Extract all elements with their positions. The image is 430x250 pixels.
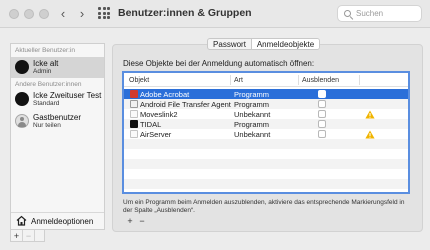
user-name: Gastbenutzer — [33, 113, 82, 122]
user-list-sidebar: Aktueller Benutzer:in Icke alt Admin And… — [10, 43, 105, 230]
item-name: AirServer — [140, 130, 172, 139]
hide-checkbox[interactable] — [318, 90, 326, 98]
current-user-section-label: Aktueller Benutzer:in — [15, 47, 75, 54]
column-separator — [298, 75, 299, 85]
item-kind: Programm — [234, 120, 270, 129]
house-icon — [16, 215, 27, 226]
user-item-icke-zweituser-test[interactable]: Icke Zweituser Test Standard — [11, 89, 104, 110]
item-name: Adobe Acrobat — [140, 90, 190, 99]
close-window-button[interactable] — [9, 9, 19, 19]
tab-password[interactable]: Passwort — [208, 39, 252, 49]
segmented-tabs: Passwort Anmeldeobjekte — [207, 38, 320, 50]
item-kind: Unbekannt — [234, 130, 271, 139]
table-row[interactable]: TIDAL Programm — [124, 119, 408, 129]
zoom-window-button[interactable] — [39, 9, 49, 19]
add-login-item-button[interactable]: + — [124, 216, 136, 226]
other-users-section-label: Andere Benutzer:innen — [15, 81, 82, 88]
avatar — [15, 92, 29, 106]
hide-checkbox[interactable] — [318, 130, 326, 138]
item-kind: Programm — [234, 90, 270, 99]
hide-checkbox[interactable] — [318, 100, 326, 108]
show-all-grid-icon[interactable] — [98, 7, 110, 19]
table-row[interactable]: Adobe Acrobat Programm — [124, 89, 408, 99]
column-header-kind[interactable]: Art — [234, 77, 243, 84]
login-options-label: Anmeldeoptionen — [31, 217, 94, 226]
item-name: TIDAL — [140, 120, 162, 129]
toolbar: ‹ › Benutzer:innen & Gruppen Suchen — [0, 0, 430, 28]
table-row[interactable]: Android File Transfer Agent Programm — [124, 99, 408, 109]
item-name: Android File Transfer Agent — [140, 100, 231, 109]
window-title: Benutzer:innen & Gruppen — [118, 7, 252, 19]
hide-checkbox[interactable] — [318, 120, 326, 128]
hide-checkbox[interactable] — [318, 110, 326, 118]
table-header: Objekt Art Ausblenden — [124, 73, 408, 87]
user-name: Icke alt — [33, 59, 59, 68]
column-header-object[interactable]: Objekt — [129, 77, 149, 84]
empty-table-row — [124, 159, 408, 169]
search-icon — [344, 10, 351, 17]
search-field[interactable]: Suchen — [337, 5, 422, 22]
login-options-item[interactable]: Anmeldeoptionen — [15, 213, 103, 229]
user-role: Nur teilen — [33, 122, 61, 129]
column-separator — [359, 75, 360, 85]
minimize-window-button[interactable] — [24, 9, 34, 19]
login-items-table[interactable]: Objekt Art Ausblenden Adobe Acrobat Prog… — [122, 71, 410, 194]
table-row[interactable]: Moveslink2 Unbekannt — [124, 109, 408, 119]
login-items-instruction: Diese Objekte bei der Anmeldung automati… — [123, 59, 315, 68]
user-role: Admin — [33, 68, 52, 75]
login-items-add-remove: + − — [124, 216, 148, 226]
user-item-icke-alt[interactable]: Icke alt Admin — [11, 57, 104, 78]
item-name: Moveslink2 — [140, 110, 178, 119]
preferences-window: ‹ › Benutzer:innen & Gruppen Suchen Aktu… — [0, 0, 430, 250]
hide-hint-text: Um ein Programm beim Anmelden auszublend… — [123, 199, 405, 214]
avatar — [15, 60, 29, 74]
item-kind: Unbekannt — [234, 110, 271, 119]
empty-table-row — [124, 169, 408, 179]
remove-login-item-button[interactable]: − — [136, 216, 148, 226]
column-separator — [230, 75, 231, 85]
tidal-icon — [130, 120, 138, 128]
user-role: Standard — [33, 100, 60, 107]
acrobat-icon — [130, 90, 138, 98]
empty-table-row — [124, 139, 408, 149]
forward-arrow-icon[interactable]: › — [75, 6, 89, 21]
empty-table-row — [124, 179, 408, 189]
warning-icon — [365, 130, 375, 139]
back-arrow-icon[interactable]: ‹ — [56, 6, 70, 21]
remove-user-button[interactable]: − — [23, 230, 35, 241]
guest-avatar-icon — [15, 114, 29, 128]
search-placeholder: Suchen — [356, 9, 384, 18]
column-header-hide[interactable]: Ausblenden — [302, 77, 339, 84]
user-name: Icke Zweituser Test — [33, 91, 102, 100]
empty-table-row — [124, 149, 408, 159]
generic-app-icon — [130, 110, 138, 118]
generic-app-icon — [130, 130, 138, 138]
tab-login-items[interactable]: Anmeldeobjekte — [252, 39, 319, 49]
sidebar-add-remove-bar: + − — [10, 230, 45, 242]
user-item-gastbenutzer[interactable]: Gastbenutzer Nur teilen — [11, 111, 104, 132]
warning-icon — [365, 110, 375, 119]
table-row[interactable]: AirServer Unbekannt — [124, 129, 408, 139]
item-kind: Programm — [234, 100, 270, 109]
add-user-button[interactable]: + — [11, 230, 23, 241]
android-file-transfer-icon — [130, 100, 138, 108]
